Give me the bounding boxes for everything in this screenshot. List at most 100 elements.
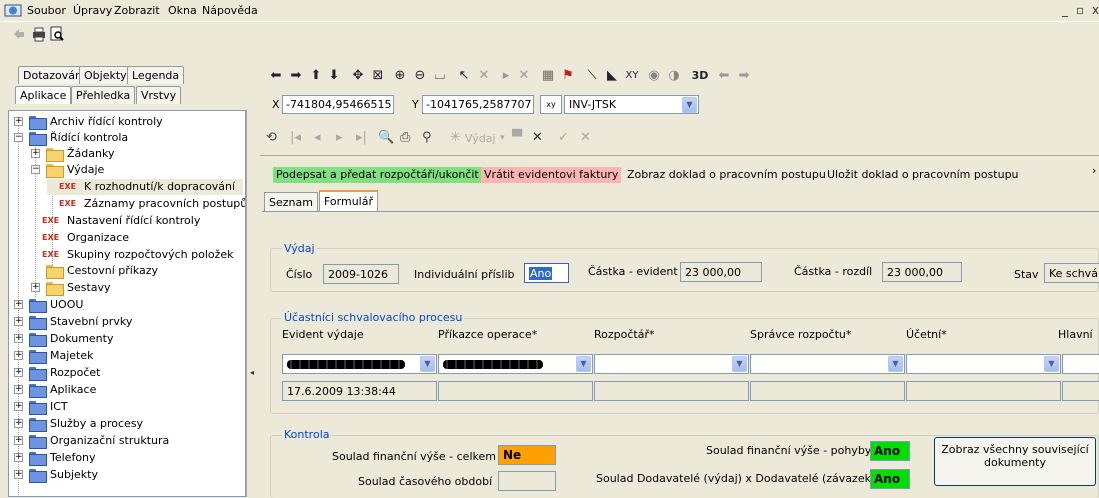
tab-seznam[interactable]: Seznam [264, 192, 318, 211]
prislib-field[interactable]: Ano [524, 263, 569, 283]
expand-icon[interactable]: + [14, 317, 23, 326]
menu-okna[interactable]: Okna [168, 4, 197, 17]
printer-icon[interactable]: ⎙ [400, 130, 410, 145]
sign-and-forward-action[interactable]: Podepsat a předat rozpočtáři/ukončit [273, 167, 482, 183]
rozpoctar-date-field[interactable] [594, 381, 749, 401]
arrow-up-icon[interactable]: ⬆ [308, 68, 324, 86]
measure-icon[interactable]: ⌴ [432, 68, 448, 86]
expand-icon[interactable]: + [14, 351, 23, 360]
clear-selection-icon[interactable]: ✕ [516, 68, 532, 86]
chevron-down-icon[interactable]: ▼ [682, 97, 697, 113]
expand-icon[interactable]: + [14, 117, 23, 126]
print-preview-icon[interactable] [48, 25, 66, 43]
tree-item-org-struktura[interactable]: + Organizační struktura [13, 433, 243, 449]
tree-item-ridici-kontrola[interactable]: − Řídící kontrola [13, 130, 243, 146]
tab-formular[interactable]: Formulář [319, 190, 379, 211]
select-icon[interactable]: ↖ [456, 68, 472, 86]
pane-splitter[interactable]: ◂ [246, 110, 260, 497]
line-icon[interactable]: ⟍ [584, 68, 600, 86]
menu-soubor[interactable]: Soubor [27, 4, 66, 17]
expand-icon[interactable]: + [14, 470, 23, 479]
castka-evident-field[interactable]: 23 000,00 [680, 262, 762, 282]
crs-button[interactable]: xy [540, 95, 562, 114]
menu-upravy[interactable]: Úpravy [73, 4, 112, 17]
show-workflow-doc-action[interactable]: Zobraz doklad o pracovním postupu [624, 167, 829, 183]
tab-prehledka[interactable]: Přehledka [71, 86, 136, 104]
tree-item-rozpocet[interactable]: + Rozpočet [13, 365, 243, 381]
last-record-icon[interactable]: ▸| [356, 130, 367, 145]
preview-icon[interactable]: 🔍 [378, 130, 394, 145]
tree-item-vydaje[interactable]: − Výdaje [30, 162, 243, 178]
next-record-icon[interactable]: ▸ [336, 130, 343, 145]
tree-item-cestovni[interactable]: Cestovní příkazy [30, 263, 243, 279]
3d-icon[interactable]: 3D [690, 68, 710, 86]
undo-icon[interactable] [10, 25, 28, 43]
arrow-left-icon[interactable]: ⬅ [268, 68, 284, 86]
castka-rozdil-field[interactable]: 23 000,00 [882, 262, 962, 282]
chevron-left-icon[interactable]: ◂ [250, 368, 254, 377]
hlavni-select[interactable] [1062, 354, 1099, 374]
chevron-down-icon[interactable]: ▼ [888, 356, 903, 372]
expand-icon[interactable]: + [14, 453, 23, 462]
tree-item-zaznamy[interactable]: EXE Záznamy pracovních postupů [47, 196, 245, 212]
cancel-icon[interactable]: ✕ [580, 130, 591, 145]
forward-icon[interactable]: ➡ [736, 68, 752, 86]
print-icon[interactable] [30, 25, 48, 43]
save-workflow-doc-action[interactable]: Uložit doklad o pracovním postupu [824, 167, 1022, 183]
arrow-right-icon[interactable]: ➡ [288, 68, 304, 86]
dropdown-icon[interactable]: ▾ [500, 133, 505, 143]
zoom-in-icon[interactable]: ⊕ [392, 68, 408, 86]
close-button[interactable]: x [1092, 3, 1099, 17]
chevron-down-icon[interactable]: ▼ [420, 356, 435, 372]
crs-select[interactable]: INV-JTSK ▼ [564, 95, 699, 114]
spravce-date-field[interactable] [750, 381, 905, 401]
back-icon[interactable]: ⬅ [716, 68, 732, 86]
hlavni-date-field[interactable] [1062, 381, 1099, 401]
tree-item-telefony[interactable]: + Telefony [13, 450, 243, 466]
flag-icon[interactable]: ⚑ [560, 68, 576, 86]
evident-date-field[interactable]: 17.6.2009 13:38:44 [282, 381, 437, 401]
delete-icon[interactable]: ✕ [532, 130, 543, 145]
y-coordinate-field[interactable]: -1041765,2587707 [422, 95, 534, 114]
tree-item-zadanky[interactable]: + Žádanky [30, 146, 243, 162]
prikazce-date-field[interactable] [438, 381, 593, 401]
minimize-button[interactable]: _ [1062, 3, 1068, 17]
tree-item-sluzby[interactable]: + Služby a procesy [13, 416, 243, 432]
ucetni-date-field[interactable] [906, 381, 1061, 401]
expand-icon[interactable]: + [31, 149, 40, 158]
rozpoctar-select[interactable]: ▼ [594, 354, 749, 374]
expand-icon[interactable]: + [14, 419, 23, 428]
cislo-field[interactable]: 2009-1026 [323, 264, 399, 284]
tree-item-dokumenty[interactable]: + Dokumenty [13, 331, 243, 347]
refresh-icon[interactable]: ⟲ [266, 130, 277, 145]
restore-button[interactable]: ▫ [1076, 3, 1084, 17]
expand-icon[interactable]: + [31, 283, 40, 292]
zoom-extent-icon[interactable]: ⊠ [370, 68, 386, 86]
tree-item-skupiny[interactable]: EXE Skupiny rozpočtových položek [30, 247, 243, 263]
spravce-select[interactable]: ▼ [750, 354, 905, 374]
menu-napoveda[interactable]: Nápověda [202, 4, 258, 17]
show-related-documents-button[interactable]: Zobraz všechny související dokumenty [934, 437, 1096, 486]
chevron-down-icon[interactable]: ▼ [732, 356, 747, 372]
x-coordinate-field[interactable]: -741804,95466515 [282, 95, 394, 114]
evident-select[interactable]: ▼ [282, 354, 437, 374]
deselect-icon[interactable]: ✕ [476, 68, 492, 86]
expand-icon[interactable]: + [14, 436, 23, 445]
xy-icon[interactable]: XY [622, 68, 642, 86]
stav-field[interactable]: Ke schvá [1044, 263, 1099, 283]
tab-vrstvy[interactable]: Vrstvy [136, 86, 182, 104]
tree-item-uoou[interactable]: + UOOU [13, 297, 243, 313]
tree-item-k-rozhodnuti[interactable]: EXE K rozhodnutí/k dopracování [47, 179, 243, 195]
tree-item-organizace[interactable]: EXE Organizace [30, 230, 243, 246]
new-icon[interactable]: ✳ [450, 130, 461, 145]
globe-icon[interactable]: ◉ [646, 68, 662, 86]
zoom-out-icon[interactable]: ⊖ [412, 68, 428, 86]
first-record-icon[interactable]: |◂ [290, 130, 301, 145]
tree-item-aplikace[interactable]: + Aplikace [13, 382, 243, 398]
return-invoice-action[interactable]: Vrátit evidentovi faktury [481, 167, 622, 183]
pan-icon[interactable]: ✥ [350, 68, 366, 86]
layer-icon[interactable]: ▦ [540, 68, 556, 86]
tree-item-nastaveni[interactable]: EXE Nastavení řídící kontroly [30, 213, 243, 229]
chevron-down-icon[interactable]: ▼ [576, 356, 591, 372]
expand-icon[interactable]: + [14, 300, 23, 309]
